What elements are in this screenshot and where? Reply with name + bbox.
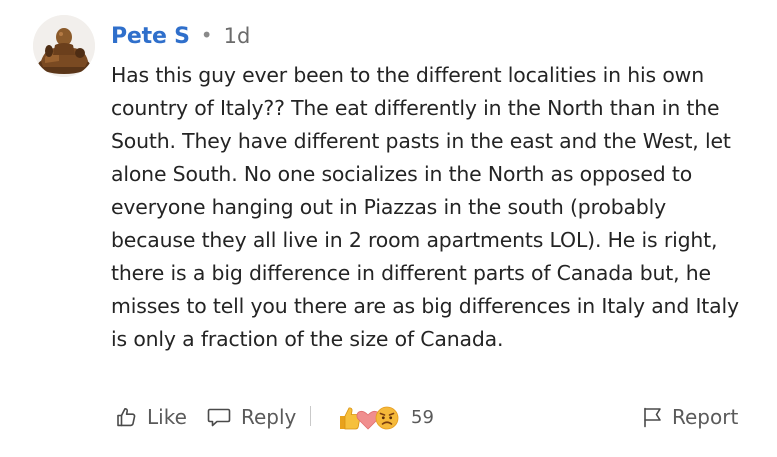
action-divider bbox=[310, 406, 311, 426]
flag-icon bbox=[641, 405, 663, 429]
reply-button[interactable]: Reply bbox=[206, 398, 296, 436]
thumbs-up-outline-icon bbox=[114, 405, 138, 429]
comment-header: Pete S • 1d bbox=[111, 20, 250, 52]
heart-reaction-icon bbox=[356, 410, 380, 430]
comment-actions: Like Reply 59 Report bbox=[111, 398, 741, 436]
report-label: Report bbox=[672, 405, 739, 429]
avatar-image bbox=[33, 15, 95, 77]
reaction-icons bbox=[335, 402, 401, 432]
comment-text: Has this guy ever been to the different … bbox=[111, 63, 739, 351]
report-button[interactable]: Report bbox=[641, 398, 738, 436]
reply-label: Reply bbox=[241, 405, 297, 429]
avatar[interactable] bbox=[33, 15, 95, 77]
reactions-summary[interactable]: 59 bbox=[335, 398, 434, 436]
timestamp: 1d bbox=[223, 24, 251, 48]
like-label: Like bbox=[147, 405, 187, 429]
speech-bubble-icon bbox=[206, 405, 232, 429]
thumbs-up-reaction-icon bbox=[340, 407, 361, 430]
comment-card: Pete S • 1d Has this guy ever been to th… bbox=[0, 0, 777, 457]
like-button[interactable]: Like bbox=[114, 398, 187, 436]
header-separator: • bbox=[200, 23, 213, 47]
author-name[interactable]: Pete S bbox=[111, 24, 190, 49]
frown-reaction-icon bbox=[375, 406, 399, 430]
reaction-count: 59 bbox=[411, 406, 434, 428]
